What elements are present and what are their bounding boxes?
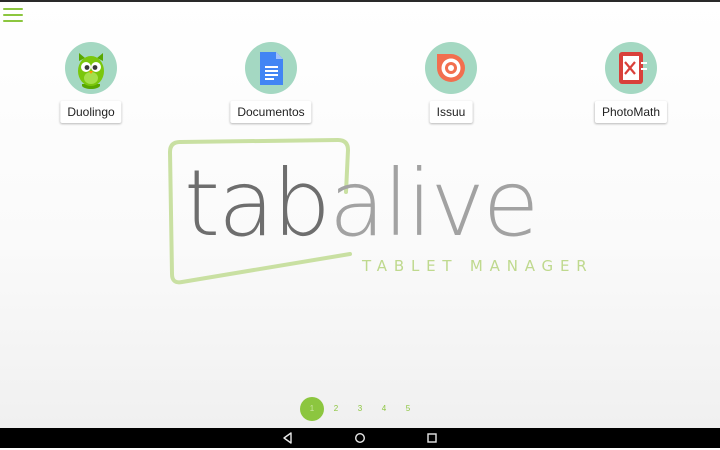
page-dot-2[interactable]: 2 — [324, 397, 348, 421]
app-label: Issuu — [429, 101, 473, 123]
page-dot-1[interactable]: 1 — [300, 397, 324, 421]
page-dot-5[interactable]: 5 — [396, 397, 420, 421]
page-dot-4[interactable]: 4 — [372, 397, 396, 421]
logo-tagline: TABLET MANAGER — [362, 257, 594, 275]
home-icon[interactable] — [353, 431, 367, 445]
google-docs-icon — [245, 42, 297, 94]
app-documentos[interactable]: Documentos — [211, 42, 331, 132]
back-icon[interactable] — [281, 431, 295, 445]
photomath-icon — [605, 42, 657, 94]
app-duolingo[interactable]: Duolingo — [31, 42, 151, 132]
app-label: Documentos — [230, 101, 312, 123]
duolingo-owl-icon — [65, 42, 117, 94]
app-photomath[interactable]: PhotoMath — [571, 42, 691, 132]
top-status-strip — [0, 0, 720, 2]
page-indicator: 1 2 3 4 5 — [300, 397, 420, 421]
logo-wordmark: tabalive — [184, 150, 539, 257]
app-label: Duolingo — [60, 101, 122, 123]
app-label: PhotoMath — [594, 101, 668, 123]
app-issuu[interactable]: Issuu — [391, 42, 511, 132]
hamburger-menu-icon[interactable] — [0, 4, 26, 26]
navigation-bar — [0, 428, 720, 448]
recents-icon[interactable] — [425, 431, 439, 445]
page-dot-3[interactable]: 3 — [348, 397, 372, 421]
tabalive-logo: tabalive TABLET MANAGER — [162, 136, 587, 296]
issuu-icon — [425, 42, 477, 94]
